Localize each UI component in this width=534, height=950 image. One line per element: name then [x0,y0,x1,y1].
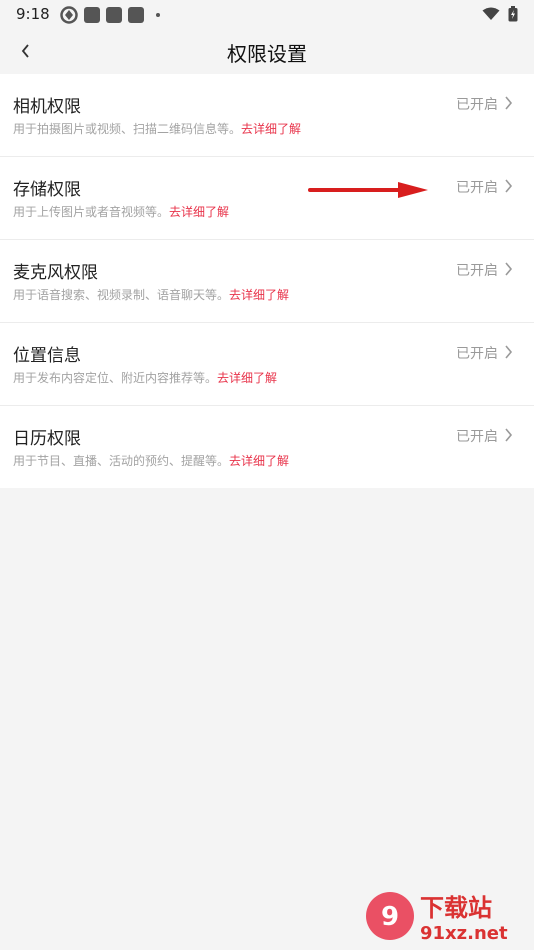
permission-status: 已开启 [456,180,498,196]
watermark-cn: 下载站 [420,894,492,922]
permission-status: 已开启 [456,346,498,362]
permission-description: 用于发布内容定位、附近内容推荐等。去详细了解 [13,371,278,385]
watermark-en: 91xz.net [420,923,508,944]
permission-item-camera[interactable]: 相机权限 用于拍摄图片或视频、扫描二维码信息等。去详细了解 已开启 [0,74,534,157]
permission-description: 用于语音搜索、视频录制、语音聊天等。去详细了解 [13,288,290,302]
permission-item-storage[interactable]: 存储权限 用于上传图片或者音视频等。去详细了解 已开启 [0,157,534,240]
chevron-right-icon [505,179,513,193]
chevron-right-icon [505,345,513,359]
app-notification-icon [84,7,100,23]
permission-title: 相机权限 [13,97,81,117]
system-icons [482,6,518,22]
permission-item-microphone[interactable]: 麦克风权限 用于语音搜索、视频录制、语音聊天等。去详细了解 已开启 [0,240,534,323]
permission-item-calendar[interactable]: 日历权限 用于节目、直播、活动的预约、提醒等。去详细了解 已开启 [0,406,534,488]
permission-status: 已开启 [456,263,498,279]
app-notification-icon [128,7,144,23]
header: 权限设置 [0,28,534,74]
app-notification-icon [106,7,122,23]
sync-icon [60,6,78,24]
battery-icon [508,6,518,22]
permission-description: 用于节目、直播、活动的预约、提醒等。去详细了解 [13,454,290,468]
learn-more-link[interactable]: 去详细了解 [217,371,277,385]
annotation-arrow-icon [308,182,428,198]
learn-more-link[interactable]: 去详细了解 [229,454,289,468]
watermark-logo: 9 下载站 91xz.net [366,892,508,944]
learn-more-link[interactable]: 去详细了解 [229,288,289,302]
permission-title: 麦克风权限 [13,263,98,283]
chevron-right-icon [505,96,513,110]
permission-status: 已开启 [456,97,498,113]
learn-more-link[interactable]: 去详细了解 [169,205,229,219]
permission-description: 用于拍摄图片或视频、扫描二维码信息等。去详细了解 [13,122,302,136]
chevron-right-icon [505,262,513,276]
status-time: 9:18 [16,5,50,23]
watermark-number: 9 [381,902,399,932]
chevron-right-icon [505,428,513,442]
learn-more-link[interactable]: 去详细了解 [241,122,301,136]
wifi-icon [482,7,500,20]
permission-status: 已开启 [456,429,498,445]
status-bar: 9:18 [0,0,534,28]
notification-icons [60,6,160,24]
permission-description: 用于上传图片或者音视频等。去详细了解 [13,205,230,219]
permission-list: 相机权限 用于拍摄图片或视频、扫描二维码信息等。去详细了解 已开启 存储权限 用… [0,74,534,488]
permission-title: 日历权限 [13,429,81,449]
permission-item-location[interactable]: 位置信息 用于发布内容定位、附近内容推荐等。去详细了解 已开启 [0,323,534,406]
more-notifications-icon [156,13,160,17]
permission-title: 存储权限 [13,180,81,200]
page-title: 权限设置 [227,42,307,66]
permission-title: 位置信息 [13,346,81,366]
